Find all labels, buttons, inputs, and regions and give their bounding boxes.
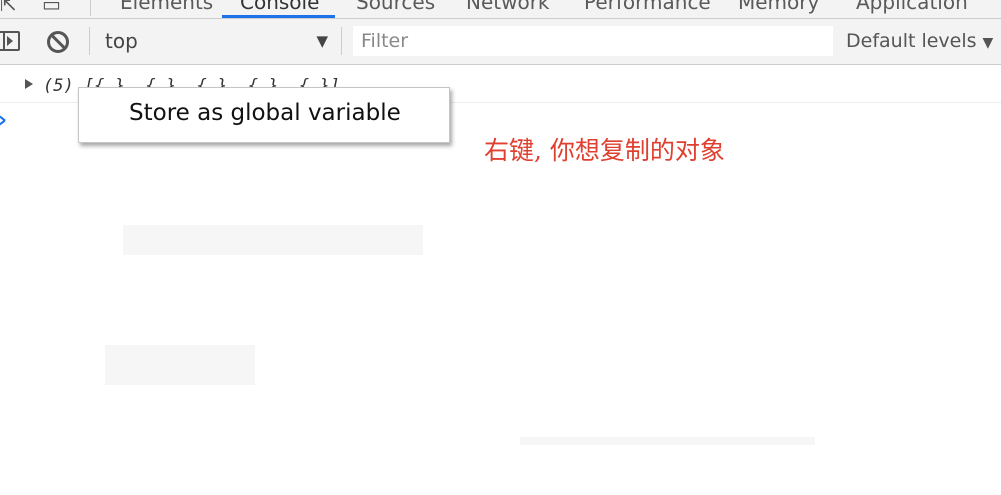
tab-separator <box>90 0 91 16</box>
devtools-tab-bar: ⇱ ▭ Elements Console Sources Network Per… <box>0 0 1001 19</box>
dropdown-arrow-icon: ▼ <box>316 32 328 50</box>
tab-network[interactable]: Network <box>466 0 550 14</box>
inspect-element-icon[interactable]: ⇱ <box>0 0 17 16</box>
console-prompt-icon: › <box>0 108 7 133</box>
background-artifact <box>105 345 255 385</box>
device-toolbar-icon[interactable]: ▭ <box>42 0 61 16</box>
tab-console[interactable]: Console <box>240 0 319 14</box>
execution-context-select[interactable]: top ▼ <box>96 25 336 57</box>
background-artifact <box>123 225 423 255</box>
annotation-text: 右键, 你想复制的对象 <box>484 136 725 165</box>
active-tab-indicator <box>222 15 335 18</box>
filter-input[interactable] <box>353 26 833 56</box>
console-toolbar: top ▼ Default levels ▼ <box>0 19 1001 65</box>
tab-application[interactable]: Application <box>856 0 968 14</box>
context-menu: Store as global variable <box>78 87 450 143</box>
log-levels-label: Default levels <box>846 30 977 52</box>
clear-console-icon[interactable] <box>47 31 69 53</box>
tab-performance[interactable]: Performance <box>584 0 711 14</box>
tab-memory[interactable]: Memory <box>738 0 819 14</box>
expand-arrow-icon[interactable] <box>25 79 33 89</box>
background-artifact <box>520 437 815 445</box>
store-as-global-variable-item[interactable]: Store as global variable <box>129 100 401 126</box>
tab-elements[interactable]: Elements <box>120 0 213 14</box>
tab-sources[interactable]: Sources <box>356 0 435 14</box>
dropdown-arrow-icon: ▼ <box>982 35 994 51</box>
toolbar-separator <box>89 27 90 55</box>
show-console-sidebar-icon[interactable] <box>0 31 20 51</box>
toolbar-separator <box>341 27 342 55</box>
log-levels-dropdown[interactable]: Default levels ▼ <box>846 25 993 57</box>
execution-context-value: top <box>105 29 138 53</box>
